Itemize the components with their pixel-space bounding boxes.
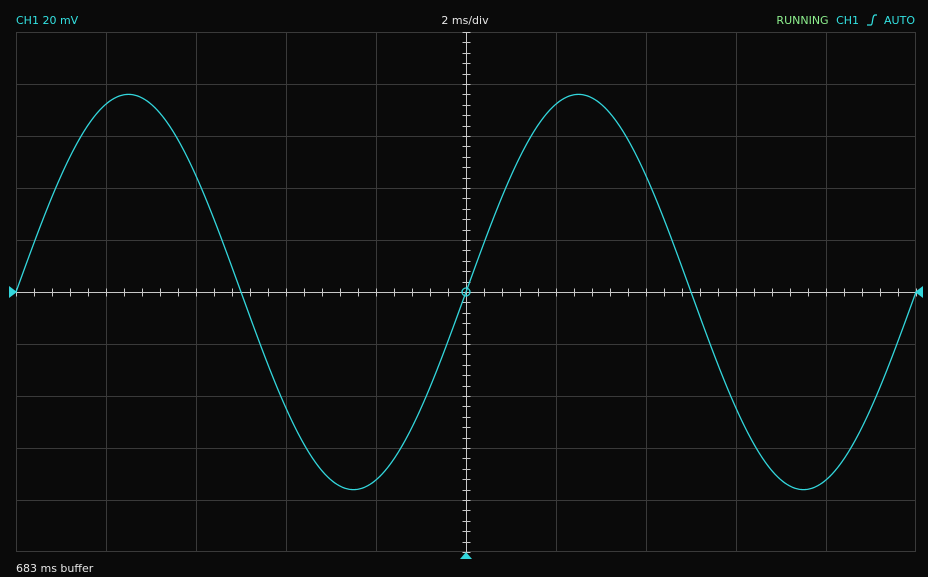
run-state-label[interactable]: RUNNING [776,14,828,27]
buffer-info-label: 683 ms buffer [16,562,94,575]
waveform-screen [9,32,923,559]
ch1-offset-marker [9,286,17,298]
rising-edge-icon[interactable] [866,14,878,29]
trigger-mode-label[interactable]: AUTO [884,14,915,27]
trigger-status: RUNNING CH1 AUTO [776,14,915,29]
trigger-source-label[interactable]: CH1 [836,14,859,27]
trigger-position-marker [460,552,472,559]
oscilloscope-display: CH1 20 mV 2 ms/div RUNNING CH1 AUTO 683 … [0,0,928,577]
